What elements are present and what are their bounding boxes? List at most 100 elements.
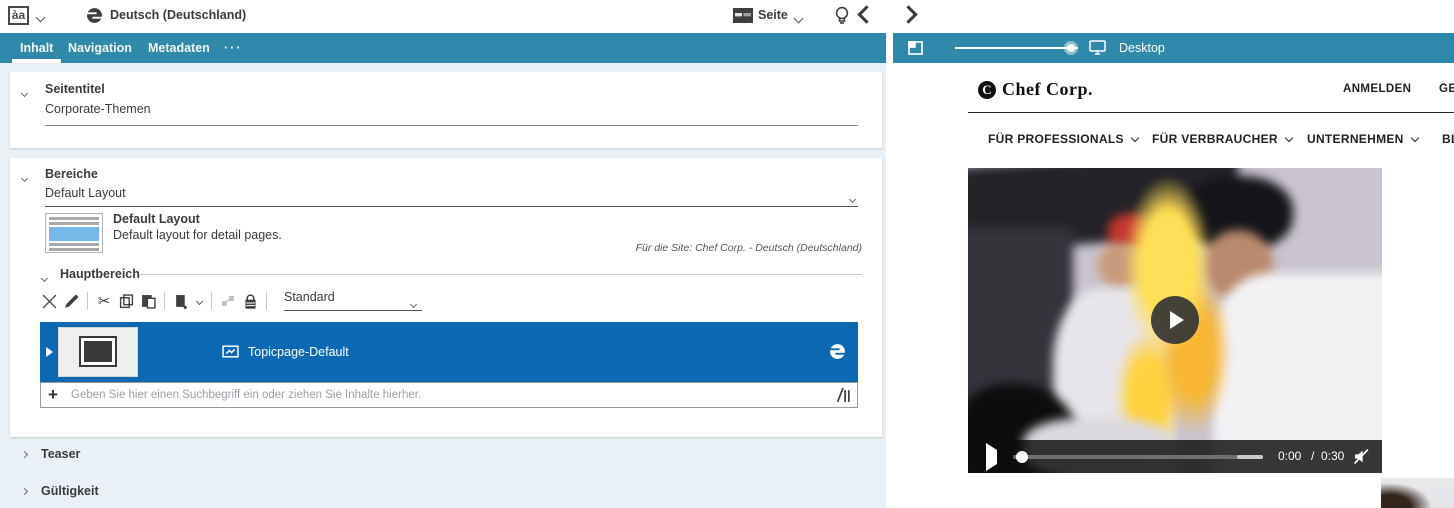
layout-thumbnail — [45, 213, 103, 253]
selected-component-row[interactable]: Topicpage-Default — [40, 322, 858, 382]
view-mode-chevron-icon[interactable] — [795, 11, 802, 25]
add-icon[interactable]: + — [48, 385, 58, 405]
toggle-view-icon[interactable] — [836, 387, 851, 406]
editor-toolbar: àa Deutsch (Deutschland) Seite — [0, 0, 886, 33]
tab-more[interactable]: ··· — [224, 33, 243, 63]
magnolia-page-editor: àa Deutsch (Deutschland) Seite Inhalt Na… — [0, 0, 1454, 508]
nav-label: FÜR PROFESSIONALS — [988, 132, 1124, 146]
seitentitel-value: Corporate-Themen — [45, 102, 151, 116]
component-toolbar: ✂ — [38, 289, 272, 313]
collapse-hauptbereich-icon[interactable] — [42, 270, 47, 284]
nav-fuer-professionals[interactable]: FÜR PROFESSIONALS — [988, 132, 1138, 146]
bereiche-card: Bereiche Default Layout Default Layout D… — [10, 158, 882, 437]
device-size-slider-track[interactable] — [955, 47, 1078, 49]
seek-thumb[interactable] — [1016, 451, 1028, 463]
nav-label: UNTERNEHMEN — [1307, 132, 1404, 146]
component-search-input[interactable] — [71, 384, 811, 406]
nav-label: BL — [1442, 132, 1454, 146]
nav-clipped[interactable]: BL — [1442, 132, 1454, 146]
expand-teaser-icon — [21, 450, 28, 457]
layout-name: Default Layout — [113, 212, 200, 226]
component-view-select[interactable]: Standard — [284, 290, 422, 311]
tab-navigation[interactable]: Navigation — [68, 33, 132, 63]
expand-component-icon[interactable] — [46, 346, 53, 360]
video-controls-bar: 0:00 / 0:30 — [968, 440, 1382, 473]
section-gueltigkeit[interactable]: Gültigkeit — [22, 484, 99, 498]
current-language-label: Deutsch (Deutschland) — [110, 8, 246, 22]
site-preview: C Chef Corp. ANMELDEN GE FÜR PROFESSIONA… — [893, 63, 1454, 508]
layout-select[interactable]: Default Layout — [45, 186, 858, 207]
copy-icon[interactable] — [115, 290, 137, 312]
device-preview-bar: Desktop — [893, 33, 1454, 63]
layout-select-value: Default Layout — [45, 186, 126, 200]
editor-content-area: Seitentitel Corporate-Themen Bereiche De… — [0, 63, 886, 508]
editor-tab-bar: Inhalt Navigation Metadaten ··· — [0, 33, 886, 63]
nav-unternehmen[interactable]: UNTERNEHMEN — [1307, 132, 1418, 146]
hauptbereich-title: Hauptbereich — [60, 267, 140, 281]
delete-icon[interactable] — [38, 290, 60, 312]
chevron-down-icon — [1131, 133, 1139, 141]
nav-label: FÜR VERBRAUCHER — [1152, 132, 1278, 146]
control-play-icon[interactable] — [986, 450, 997, 464]
anmelden-link[interactable]: ANMELDEN — [1343, 83, 1411, 95]
chevron-down-icon — [1410, 133, 1418, 141]
device-label: Desktop — [1119, 41, 1165, 55]
expand-gueltigkeit-icon — [21, 487, 28, 494]
lock-icon[interactable] — [239, 290, 261, 312]
seitentitel-title: Seitentitel — [45, 82, 105, 96]
link-icon — [217, 290, 239, 312]
video-player[interactable]: 0:00 / 0:30 — [968, 168, 1382, 473]
clipped-header-link[interactable]: GE — [1439, 83, 1454, 95]
add-component-chevron-icon[interactable] — [192, 290, 206, 312]
collapse-seitentitel-icon[interactable] — [22, 85, 27, 99]
paste-icon[interactable] — [137, 290, 159, 312]
page-view-icon — [733, 8, 753, 26]
add-component-icon[interactable] — [170, 290, 192, 312]
preview-top-strip — [893, 0, 1454, 33]
logo-badge-icon: C — [978, 81, 996, 99]
collapse-bereiche-icon[interactable] — [22, 170, 27, 184]
nav-fuer-verbraucher[interactable]: FÜR VERBRAUCHER — [1152, 132, 1292, 146]
cut-icon[interactable]: ✂ — [93, 290, 115, 312]
navigate-previous-icon[interactable] — [860, 8, 873, 24]
bereiche-title: Bereiche — [45, 167, 98, 181]
view-mode-label[interactable]: Seite — [758, 8, 788, 22]
logo-text: Chef Corp. — [1002, 79, 1093, 100]
edit-icon[interactable] — [60, 290, 82, 312]
chevron-down-icon — [1285, 133, 1293, 141]
layout-description: Default layout for detail pages. — [113, 228, 282, 242]
next-section-image-fragment — [1381, 478, 1454, 508]
lightbulb-icon[interactable] — [833, 5, 851, 30]
panel-divider[interactable] — [886, 0, 893, 508]
globe-icon — [86, 7, 103, 27]
language-switch-icon[interactable]: àa — [8, 6, 29, 25]
component-thumbnail — [58, 327, 138, 377]
mute-icon[interactable] — [1353, 448, 1370, 468]
section-teaser[interactable]: Teaser — [22, 447, 80, 461]
layout-site-note: Für die Site: Chef Corp. - Deutsch (Deut… — [636, 242, 862, 254]
layout-select-chevron-icon — [850, 191, 855, 205]
gueltigkeit-label: Gültigkeit — [41, 484, 99, 498]
duration: 0:30 — [1321, 449, 1344, 463]
tab-metadaten[interactable]: Metadaten — [148, 33, 210, 63]
play-icon — [1170, 311, 1184, 329]
teaser-label: Teaser — [41, 447, 80, 461]
tab-inhalt[interactable]: Inhalt — [20, 33, 53, 63]
device-size-slider-thumb[interactable] — [1064, 41, 1078, 55]
time-separator: / — [1311, 449, 1314, 463]
window-restore-icon[interactable] — [908, 41, 923, 58]
site-nav: FÜR PROFESSIONALS FÜR VERBRAUCHER UNTERN… — [893, 132, 1454, 148]
play-button[interactable] — [1151, 296, 1199, 344]
component-type-icon — [222, 344, 239, 362]
navigate-next-icon[interactable] — [902, 8, 915, 24]
seitentitel-card: Seitentitel Corporate-Themen — [10, 72, 882, 148]
header-rule — [968, 112, 1454, 113]
hauptbereich-divider — [140, 274, 862, 275]
seitentitel-field[interactable]: Corporate-Themen — [45, 102, 858, 126]
seek-bar[interactable] — [1013, 455, 1263, 459]
language-dropdown-chevron-icon[interactable] — [37, 10, 44, 24]
component-search-row: + — [40, 382, 858, 408]
component-globe-icon — [829, 343, 846, 363]
monitor-icon — [1089, 40, 1106, 58]
site-logo[interactable]: C Chef Corp. — [978, 79, 1093, 100]
